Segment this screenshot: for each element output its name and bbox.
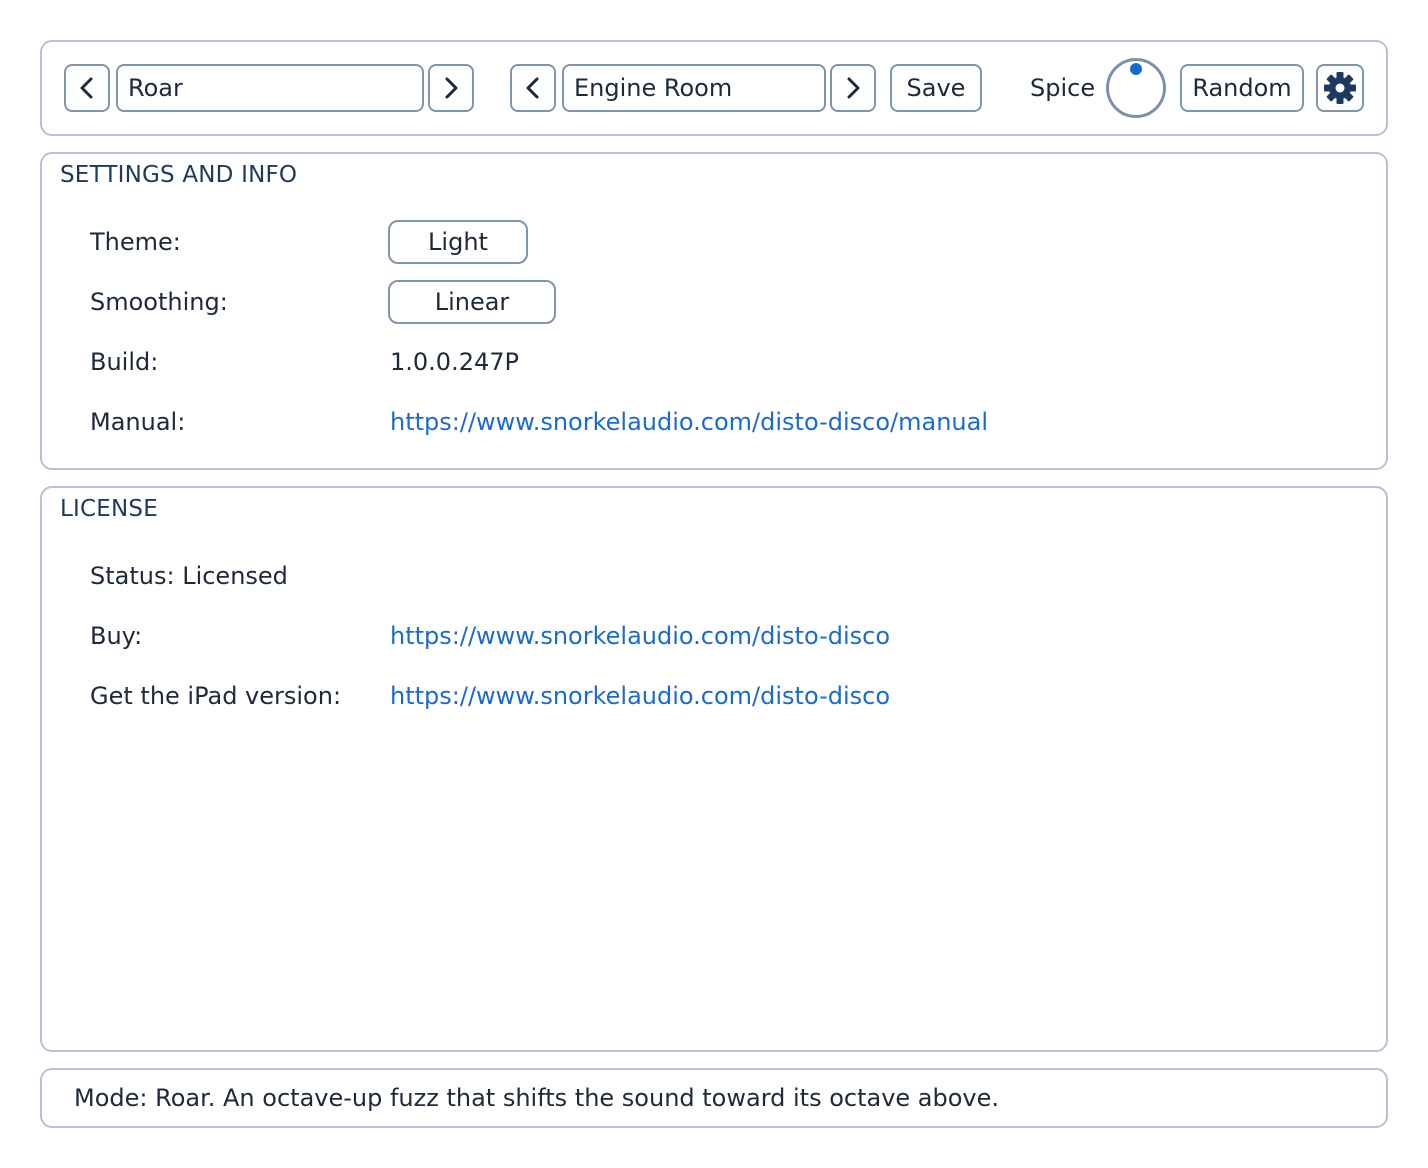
save-button[interactable]: Save bbox=[890, 64, 982, 112]
knob-indicator bbox=[1130, 63, 1142, 75]
settings-section-title: SETTINGS AND INFO bbox=[60, 162, 298, 188]
build-value: 1.0.0.247P bbox=[390, 348, 519, 376]
status-bar-text: Mode: Roar. An octave-up fuzz that shift… bbox=[74, 1084, 1000, 1112]
chevron-right-icon bbox=[445, 77, 458, 99]
gear-icon bbox=[1324, 72, 1356, 104]
smoothing-button[interactable]: Linear bbox=[388, 280, 556, 324]
buy-link[interactable]: https://www.snorkelaudio.com/disto-disco bbox=[390, 622, 890, 650]
spice-knob[interactable] bbox=[1106, 58, 1166, 118]
theme-label: Theme: bbox=[90, 228, 181, 256]
spice-label: Spice bbox=[1030, 74, 1096, 102]
mode-prev-button[interactable] bbox=[64, 64, 110, 112]
preset-field[interactable]: Engine Room bbox=[562, 64, 826, 112]
preset-prev-button[interactable] bbox=[510, 64, 556, 112]
status-bar: Mode: Roar. An octave-up fuzz that shift… bbox=[40, 1068, 1388, 1128]
chevron-left-icon bbox=[80, 77, 93, 99]
mode-next-button[interactable] bbox=[428, 64, 474, 112]
license-status: Status: Licensed bbox=[90, 562, 288, 590]
build-label: Build: bbox=[90, 348, 159, 376]
theme-button[interactable]: Light bbox=[388, 220, 528, 264]
toolbar: Roar Engine Room Save Spice Random bbox=[40, 40, 1388, 136]
chevron-right-icon bbox=[847, 77, 860, 99]
license-section-title: LICENSE bbox=[60, 496, 158, 522]
license-panel: LICENSE Status: Licensed Buy: https://ww… bbox=[40, 486, 1388, 1052]
chevron-left-icon bbox=[526, 77, 539, 99]
random-button[interactable]: Random bbox=[1180, 64, 1304, 112]
ipad-link[interactable]: https://www.snorkelaudio.com/disto-disco bbox=[390, 682, 890, 710]
smoothing-label: Smoothing: bbox=[90, 288, 228, 316]
ipad-label: Get the iPad version: bbox=[90, 682, 342, 710]
mode-field[interactable]: Roar bbox=[116, 64, 424, 112]
preset-next-button[interactable] bbox=[830, 64, 876, 112]
settings-panel: SETTINGS AND INFO Theme: Light Smoothing… bbox=[40, 152, 1388, 470]
manual-label: Manual: bbox=[90, 408, 186, 436]
buy-label: Buy: bbox=[90, 622, 143, 650]
manual-link[interactable]: https://www.snorkelaudio.com/disto-disco… bbox=[390, 408, 988, 436]
settings-button[interactable] bbox=[1316, 64, 1364, 112]
